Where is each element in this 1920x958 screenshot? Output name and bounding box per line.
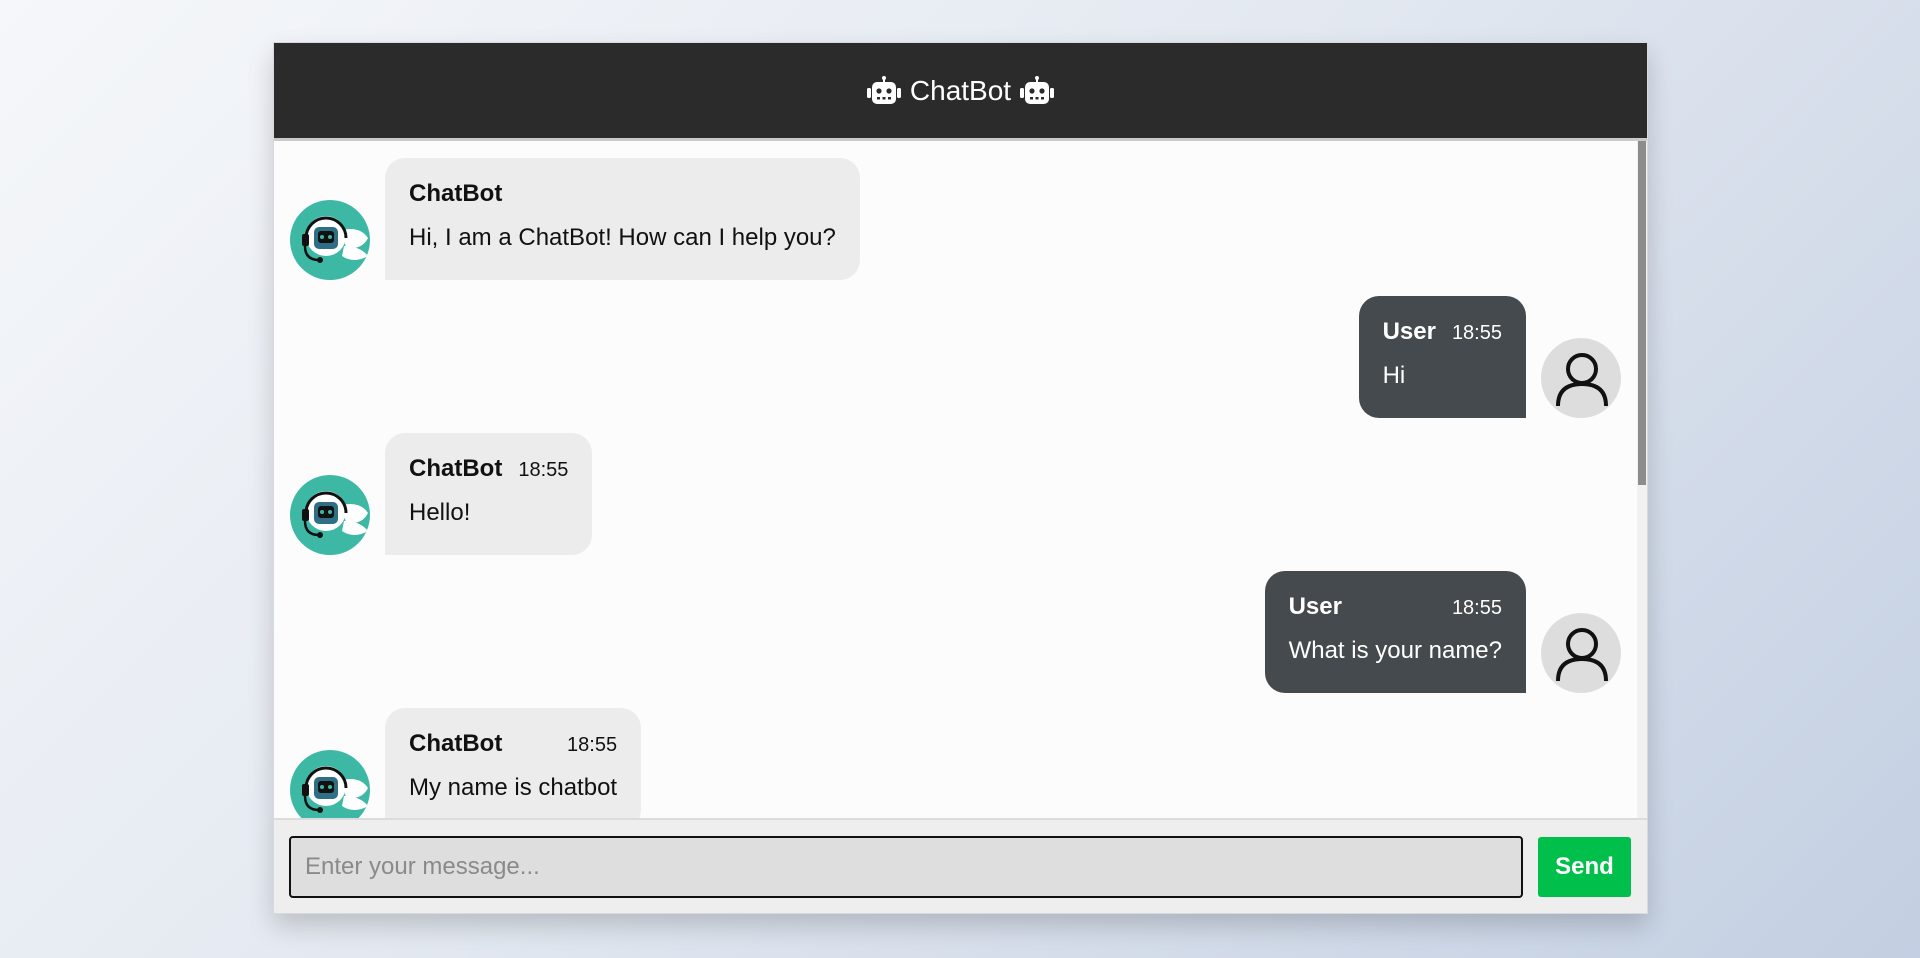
- message-text: Hi: [1382, 362, 1406, 389]
- message-sender: ChatBot: [409, 455, 503, 482]
- user-avatar: [1541, 338, 1621, 418]
- bot-message: ChatBot 18:55 Hello!: [290, 433, 593, 555]
- message-list[interactable]: ChatBot Hi, I am a ChatBot! How can I he…: [274, 141, 1647, 818]
- bot-avatar: [290, 475, 370, 555]
- message-bubble: User 18:55 What is your name?: [1264, 571, 1526, 693]
- message-text: Hello!: [409, 499, 471, 526]
- bot-message: ChatBot Hi, I am a ChatBot! How can I he…: [290, 158, 860, 280]
- message-input[interactable]: [289, 835, 1523, 898]
- chatbot-avatar-icon: [302, 491, 368, 538]
- bot-avatar: [290, 750, 370, 818]
- chat-header: ChatBot: [274, 43, 1647, 141]
- message-bubble: ChatBot Hi, I am a ChatBot! How can I he…: [385, 158, 860, 280]
- message-sender: ChatBot: [409, 180, 503, 207]
- message-sender: ChatBot: [409, 730, 503, 757]
- message-bubble: ChatBot 18:55 Hello!: [385, 433, 593, 555]
- message-bubble: User 18:55 Hi: [1358, 296, 1526, 418]
- message-form: Send: [274, 818, 1647, 913]
- message-bubble: ChatBot 18:55 My name is chatbot: [385, 708, 642, 818]
- user-avatar: [1541, 613, 1621, 693]
- robot-icon: [866, 75, 901, 104]
- message-text: What is your name?: [1288, 637, 1502, 664]
- message-sender: User: [1382, 318, 1436, 345]
- send-button[interactable]: Send: [1538, 836, 1631, 897]
- message-time: 18:55: [567, 734, 618, 756]
- user-message: User 18:55 Hi: [1358, 296, 1621, 418]
- user-icon: [1556, 628, 1608, 682]
- message-time: 18:55: [518, 459, 569, 481]
- user-message: User 18:55 What is your name?: [1264, 571, 1621, 693]
- message-text: My name is chatbot: [409, 774, 618, 801]
- scrollbar-thumb[interactable]: [1638, 141, 1646, 485]
- message-time: 18:55: [1451, 597, 1502, 619]
- chat-title: ChatBot: [909, 74, 1012, 106]
- user-icon: [1556, 353, 1608, 407]
- bot-message: ChatBot 18:55 My name is chatbot: [290, 708, 642, 818]
- message-text: Hi, I am a ChatBot! How can I help you?: [409, 224, 836, 251]
- scrollbar[interactable]: [1637, 141, 1647, 818]
- message-sender: User: [1288, 593, 1342, 620]
- chatbot-avatar-icon: [302, 216, 368, 263]
- chat-window: ChatBot ChatBot Hi, I am a ChatBot! How …: [273, 42, 1648, 914]
- bot-avatar: [290, 200, 370, 280]
- chatbot-avatar-icon: [302, 766, 368, 813]
- robot-icon: [1020, 75, 1055, 104]
- message-time: 18:55: [1451, 322, 1502, 344]
